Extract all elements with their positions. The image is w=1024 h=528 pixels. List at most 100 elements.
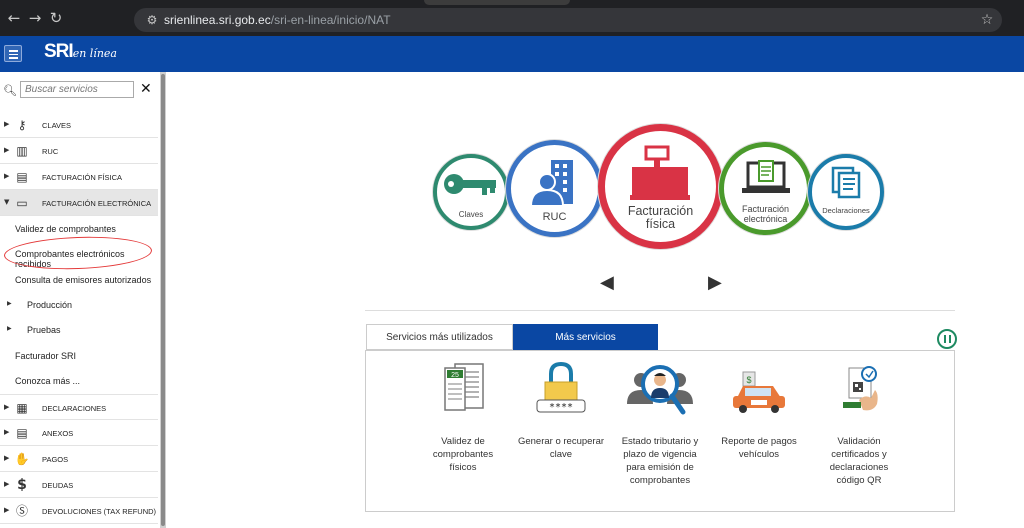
sidebar-subitem-conozca-mas[interactable]: Conozca más ... bbox=[0, 368, 158, 393]
sidebar-subitem-label: Pruebas bbox=[27, 325, 61, 335]
sidebar-item-label: ANEXOS bbox=[42, 429, 74, 438]
address-bar[interactable]: ⚙ srienlinea.sri.gob.ec/sri-en-linea/ini… bbox=[134, 8, 1002, 32]
service-label-line: plazo de vigencia bbox=[623, 449, 697, 460]
service-estado-tributario[interactable]: Estado tributario y plazo de vigencia pa… bbox=[615, 360, 705, 487]
url-text: srienlinea.sri.gob.ec/sri-en-linea/inici… bbox=[164, 13, 391, 27]
sidebar-subitem-produccion[interactable]: ▶ Producción bbox=[0, 292, 158, 317]
sidebar-subitem-consulta-emisores[interactable]: Consulta de emisores autorizados bbox=[0, 267, 158, 292]
service-reporte-pagos-vehiculos[interactable]: $ Reporte de pagos vehículos bbox=[714, 360, 804, 461]
sidebar-item-declaraciones[interactable]: ▶ ▦ DECLARACIONES bbox=[0, 394, 158, 420]
service-label: Reporte de pagos vehículos bbox=[714, 435, 804, 461]
carousel-item-facturacion-electronica[interactable]: Facturación electrónica bbox=[719, 142, 812, 235]
calendar-day: 25 bbox=[451, 372, 459, 379]
service-label-line: código QR bbox=[836, 475, 882, 486]
search-input[interactable] bbox=[20, 81, 134, 98]
service-label-line: físicos bbox=[449, 462, 477, 473]
carousel-item-claves[interactable]: Claves bbox=[433, 154, 509, 230]
carousel-item-ruc[interactable]: RUC bbox=[506, 140, 603, 237]
caret-right-icon: ▶ bbox=[4, 403, 10, 411]
sidebar-item-label: DECLARACIONES bbox=[42, 404, 107, 413]
site-info-icon[interactable]: ⚙ bbox=[144, 12, 160, 28]
caret-right-icon: ▶ bbox=[7, 325, 12, 332]
sidebar-item-anexos[interactable]: ▶ ▤ ANEXOS bbox=[0, 420, 158, 446]
sidebar-item-deudas[interactable]: ▶ $ DEUDAS bbox=[0, 472, 158, 498]
service-label-line: Reporte de pagos bbox=[721, 436, 797, 447]
sidebar-item-claves[interactable]: ▶ ⚷ CLAVES bbox=[0, 112, 158, 138]
tab-servicios-mas-utilizados[interactable]: Servicios más utilizados bbox=[366, 324, 513, 350]
close-icon[interactable]: ✕ bbox=[140, 82, 152, 96]
pause-icon[interactable] bbox=[937, 329, 957, 349]
service-label-line: para emisión de bbox=[626, 462, 694, 473]
sidebar-item-ruc[interactable]: ▶ ▥ RUC bbox=[0, 138, 158, 164]
sidebar-item-label: CLAVES bbox=[42, 121, 72, 130]
service-label-line: comprobantes bbox=[629, 475, 691, 486]
logo-sub: en línea bbox=[72, 47, 117, 60]
caret-down-icon: ▼ bbox=[4, 198, 10, 206]
calendar-document-icon: 25 bbox=[433, 360, 493, 422]
carousel-item-facturacion-fisica[interactable]: Facturación física bbox=[598, 124, 723, 249]
arrow-right-icon[interactable]: → bbox=[27, 10, 43, 26]
tab-mas-servicios[interactable]: Más servicios bbox=[513, 324, 658, 350]
dollar-icon: $ bbox=[17, 477, 27, 493]
star-icon[interactable]: ☆ bbox=[978, 11, 996, 29]
url-path: /sri-en-linea/inicio/NAT bbox=[270, 13, 391, 27]
menu-icon-bar bbox=[9, 57, 18, 59]
caret-right-icon: ▶ bbox=[4, 146, 10, 154]
caret-right-icon: ▶ bbox=[7, 300, 12, 307]
menu-icon-bar bbox=[9, 53, 18, 55]
service-label: Generar o recuperar clave bbox=[516, 435, 606, 461]
key-icon: ⚷ bbox=[17, 118, 27, 132]
service-label-line: Estado tributario y bbox=[621, 436, 699, 447]
pause-bar bbox=[948, 335, 951, 343]
service-label: Validación certificados y declaraciones … bbox=[814, 435, 904, 487]
carousel-label: RUC bbox=[542, 211, 567, 223]
dollar-circle-icon: Ⓢ bbox=[15, 504, 28, 518]
sidebar-item-label: FACTURACIÓN ELECTRÓNICA bbox=[42, 199, 152, 208]
dollar-icon: $ bbox=[746, 375, 751, 385]
carousel-label: Facturación física bbox=[627, 204, 694, 231]
service-label-line: comprobantes bbox=[432, 449, 494, 460]
carousel-item-declaraciones[interactable]: Declaraciones bbox=[808, 154, 884, 230]
scrollbar-thumb[interactable] bbox=[161, 74, 165, 526]
sidebar-item-label: DEUDAS bbox=[42, 481, 74, 490]
service-label-line: declaraciones bbox=[829, 462, 889, 473]
sidebar-item-devoluciones[interactable]: ▶ Ⓢ DEVOLUCIONES (TAX REFUND) bbox=[0, 498, 158, 524]
carousel-next-button[interactable]: ▶ bbox=[708, 272, 722, 293]
sidebar-subitem-facturador-sri[interactable]: Facturador SRI bbox=[0, 343, 158, 368]
arrow-left-icon[interactable]: ← bbox=[6, 10, 22, 26]
sidebar-item-facturacion-electronica[interactable]: ▼ ▭ FACTURACIÓN ELECTRÓNICA bbox=[0, 190, 158, 216]
carousel-label: Declaraciones bbox=[822, 206, 870, 215]
key-icon bbox=[444, 174, 496, 195]
caret-right-icon: ▶ bbox=[4, 428, 10, 436]
service-validacion-qr[interactable]: Validación certificados y declaraciones … bbox=[814, 360, 904, 487]
browser-tab-strip bbox=[424, 0, 570, 5]
sidebar-item-pagos[interactable]: ▶ ✋ PAGOS bbox=[0, 446, 158, 472]
car-payment-icon-graphic: $ bbox=[733, 371, 785, 413]
sidebar-subitem-label: Facturador SRI bbox=[15, 351, 77, 361]
carousel-label: Claves bbox=[458, 210, 484, 219]
carousel-prev-button[interactable]: ◀ bbox=[600, 272, 614, 293]
sidebar-item-facturacion-fisica[interactable]: ▶ ▤ FACTURACIÓN FÍSICA bbox=[0, 164, 158, 190]
document-stack-icon: ▦ bbox=[16, 401, 28, 415]
search-icon: 🔍︎ bbox=[3, 84, 17, 97]
sri-logo[interactable]: SRIen línea bbox=[44, 41, 117, 63]
caret-right-icon: ▶ bbox=[4, 506, 10, 514]
service-label: Estado tributario y plazo de vigencia pa… bbox=[615, 435, 705, 487]
qr-certificate-icon-graphic bbox=[843, 366, 878, 411]
service-label-line: vehículos bbox=[738, 449, 780, 460]
carousel-label: Facturación electrónica bbox=[741, 204, 790, 224]
hamburger-menu-button[interactable] bbox=[4, 45, 22, 62]
section-divider bbox=[365, 310, 955, 311]
logo-main: SRI bbox=[44, 41, 74, 62]
service-generar-clave[interactable]: **** Generar o recuperar clave bbox=[516, 360, 606, 461]
laptop-invoice-icon bbox=[742, 160, 790, 193]
laptop-invoice-icon: ▭ bbox=[16, 196, 28, 210]
sidebar-subitem-pruebas[interactable]: ▶ Pruebas bbox=[0, 317, 158, 342]
service-validez-comprobantes[interactable]: 25 Validez de comprobantes físicos bbox=[418, 360, 508, 474]
sidebar-item-label: RUC bbox=[42, 147, 59, 156]
service-label-line: Validación bbox=[837, 436, 881, 447]
reload-icon[interactable]: ↻ bbox=[48, 10, 64, 26]
sidebar-search: 🔍︎ ✕ bbox=[0, 78, 158, 106]
padlock-icon: **** bbox=[531, 360, 591, 422]
sidebar: 🔍︎ ✕ ▶ ⚷ CLAVES ▶ ▥ RUC ▶ ▤ FACTURACIÓN … bbox=[0, 72, 158, 528]
